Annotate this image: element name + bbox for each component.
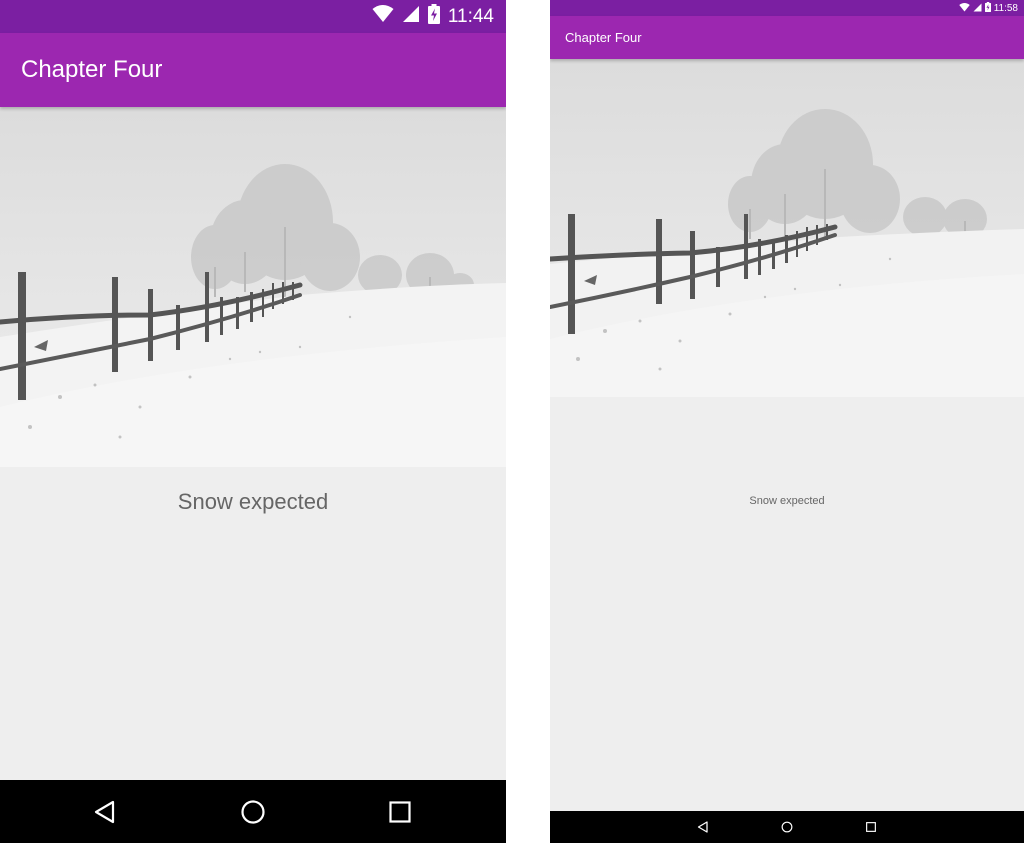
back-icon[interactable] bbox=[697, 821, 709, 833]
status-icons: 11:44 bbox=[364, 4, 494, 29]
caption-text: Snow expected bbox=[749, 495, 825, 507]
wifi-icon bbox=[372, 5, 394, 28]
app-bar-title: Chapter Four bbox=[21, 56, 163, 83]
phone-screen-left: 11:44 Chapter Four Snow expected bbox=[0, 0, 506, 843]
caption-text: Snow expected bbox=[177, 489, 329, 514]
app-bar: Chapter Four bbox=[550, 16, 1024, 59]
battery-charging-icon bbox=[984, 0, 991, 17]
recents-icon[interactable] bbox=[388, 800, 412, 824]
recents-icon[interactable] bbox=[866, 822, 877, 833]
hero-image bbox=[0, 107, 506, 467]
status-bar: 11:58 bbox=[550, 0, 1024, 16]
navigation-bar bbox=[550, 811, 1024, 843]
cell-signal-icon bbox=[402, 5, 420, 28]
battery-charging-icon bbox=[427, 4, 440, 29]
status-clock: 11:58 bbox=[993, 2, 1018, 14]
app-bar: Chapter Four bbox=[0, 33, 506, 107]
cell-signal-icon bbox=[973, 0, 982, 17]
app-bar-title: Chapter Four bbox=[565, 30, 642, 45]
status-clock: 11:44 bbox=[447, 5, 494, 27]
snow-landscape-image bbox=[0, 107, 506, 467]
hero-image bbox=[550, 59, 1024, 397]
home-icon[interactable] bbox=[781, 821, 793, 833]
wifi-icon bbox=[958, 0, 970, 17]
status-icons: 11:58 bbox=[956, 0, 1018, 17]
back-icon[interactable] bbox=[93, 800, 117, 824]
status-bar: 11:44 bbox=[0, 0, 506, 33]
phone-screen-right: 11:58 Chapter Four Snow expected bbox=[550, 0, 1024, 843]
home-icon[interactable] bbox=[240, 799, 266, 825]
navigation-bar bbox=[0, 780, 506, 843]
snow-landscape-image bbox=[550, 59, 1024, 397]
